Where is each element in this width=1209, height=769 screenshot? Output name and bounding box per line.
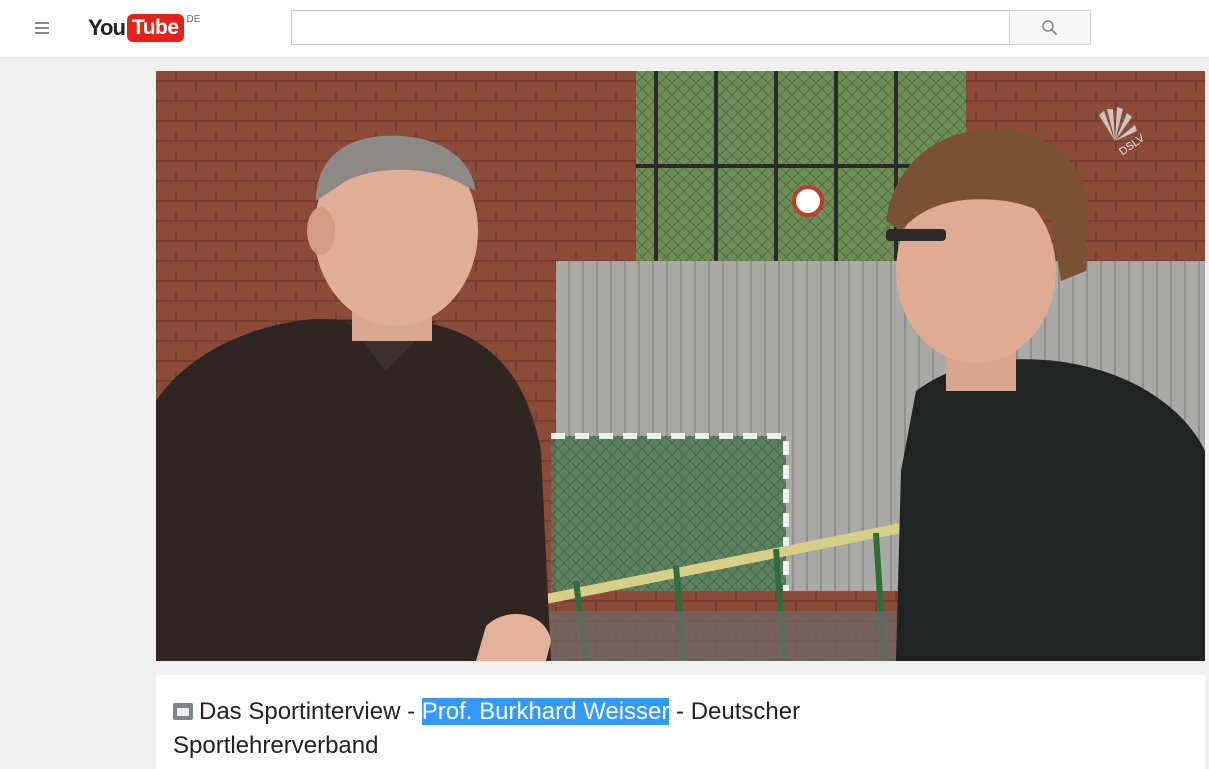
search-input[interactable] (291, 10, 1010, 45)
title-highlighted-text: Prof. Burkhard Weisser (421, 698, 670, 725)
channel-watermark-icon: DSLV (1099, 107, 1145, 158)
logo-you-text: You (88, 15, 126, 40)
title-prefix: Das Sportinterview - (199, 698, 422, 725)
guide-menu-icon[interactable] (33, 18, 51, 38)
masthead: You Tube DE (0, 0, 1209, 58)
video-info: Das Sportinterview - Prof. Burkhard Weis… (156, 675, 1205, 769)
logo-tube-text: Tube (126, 14, 184, 42)
playlist-badge-icon (173, 703, 193, 720)
video-title: Das Sportinterview - Prof. Burkhard Weis… (173, 695, 953, 763)
country-code: DE (186, 14, 201, 25)
search-form (291, 10, 1091, 45)
video-frame (156, 71, 1205, 661)
video-player[interactable]: DSLV (156, 71, 1205, 661)
search-icon (1042, 19, 1058, 35)
watermark-text: DSLV (1117, 132, 1145, 158)
youtube-logo[interactable]: You Tube DE (88, 14, 200, 44)
search-button[interactable] (1009, 10, 1091, 45)
